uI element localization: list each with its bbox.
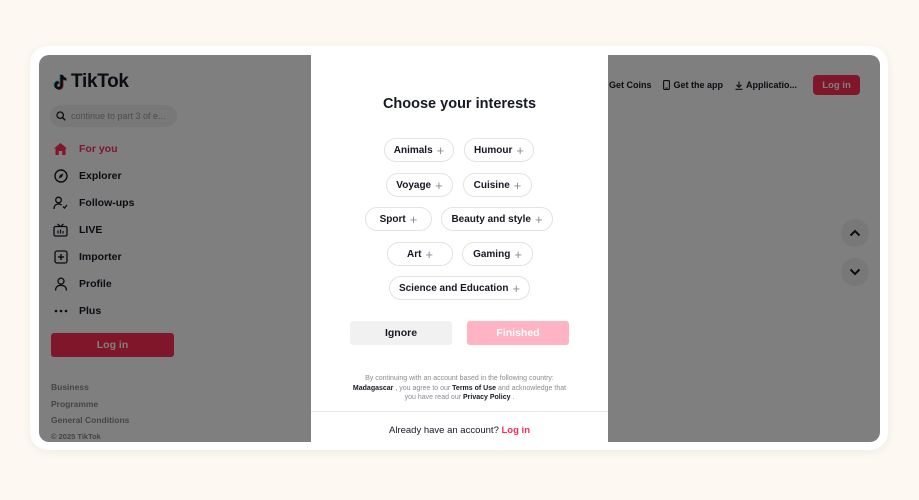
interest-label: Cuisine xyxy=(473,179,510,191)
modal-divider xyxy=(311,411,608,412)
plus-icon: + xyxy=(409,211,418,227)
tiktok-screen: TikTok For you Explorer Follow-ups xyxy=(39,55,880,442)
interest-chip-voyage[interactable]: Voyage + xyxy=(386,173,453,197)
plus-icon: + xyxy=(514,246,522,262)
modal-footer: Already have an account? Log in xyxy=(311,425,608,436)
interest-chip-beauty-and-style[interactable]: Beauty and style + xyxy=(441,207,553,231)
interest-chip-cuisine[interactable]: Cuisine + xyxy=(463,173,532,197)
terms-of-use-link[interactable]: Terms of Use xyxy=(452,385,496,392)
finished-button[interactable]: Finished xyxy=(467,321,569,345)
plus-icon: + xyxy=(534,211,543,227)
interest-label: Humour xyxy=(474,144,513,156)
modal-login-link[interactable]: Log in xyxy=(502,425,531,436)
legal-text: . xyxy=(512,394,515,401)
plus-icon: + xyxy=(512,280,521,296)
interest-label: Art xyxy=(406,248,422,260)
plus-icon: + xyxy=(513,177,522,193)
plus-icon: + xyxy=(436,142,445,158)
interest-chip-science-and-education[interactable]: Science and Education + xyxy=(389,276,530,300)
ignore-button[interactable]: Ignore xyxy=(350,321,452,345)
plus-icon: + xyxy=(425,246,434,262)
interest-chip-art[interactable]: Art + xyxy=(387,242,453,266)
interest-label: Sport xyxy=(379,213,406,225)
legal-text: By continuing with an account based in t… xyxy=(365,375,554,382)
interest-chip-humour[interactable]: Humour + xyxy=(464,138,534,162)
already-account-text: Already have an account? xyxy=(389,425,499,436)
plus-icon: + xyxy=(516,142,524,158)
interests-modal: Choose your interests Animals + Humour +… xyxy=(311,55,608,442)
interest-chip-animals[interactable]: Animals + xyxy=(384,138,454,162)
modal-title: Choose your interests xyxy=(382,96,537,112)
interest-chip-sport[interactable]: Sport + xyxy=(365,207,432,231)
plus-icon: + xyxy=(435,177,443,193)
legal-text: , you agree to our xyxy=(395,384,451,392)
interest-label: Beauty and style xyxy=(451,213,531,225)
interest-label: Gaming xyxy=(473,248,511,260)
legal-notice: By continuing with an account based in t… xyxy=(351,374,568,403)
interest-label: Animals xyxy=(393,144,433,156)
privacy-policy-link[interactable]: Privacy Policy xyxy=(463,394,510,401)
interest-label: Voyage xyxy=(396,179,432,191)
interest-chip-gaming[interactable]: Gaming + xyxy=(462,242,533,266)
interest-label: Science and Education xyxy=(398,282,509,294)
country-name: Madagascar xyxy=(352,384,394,392)
